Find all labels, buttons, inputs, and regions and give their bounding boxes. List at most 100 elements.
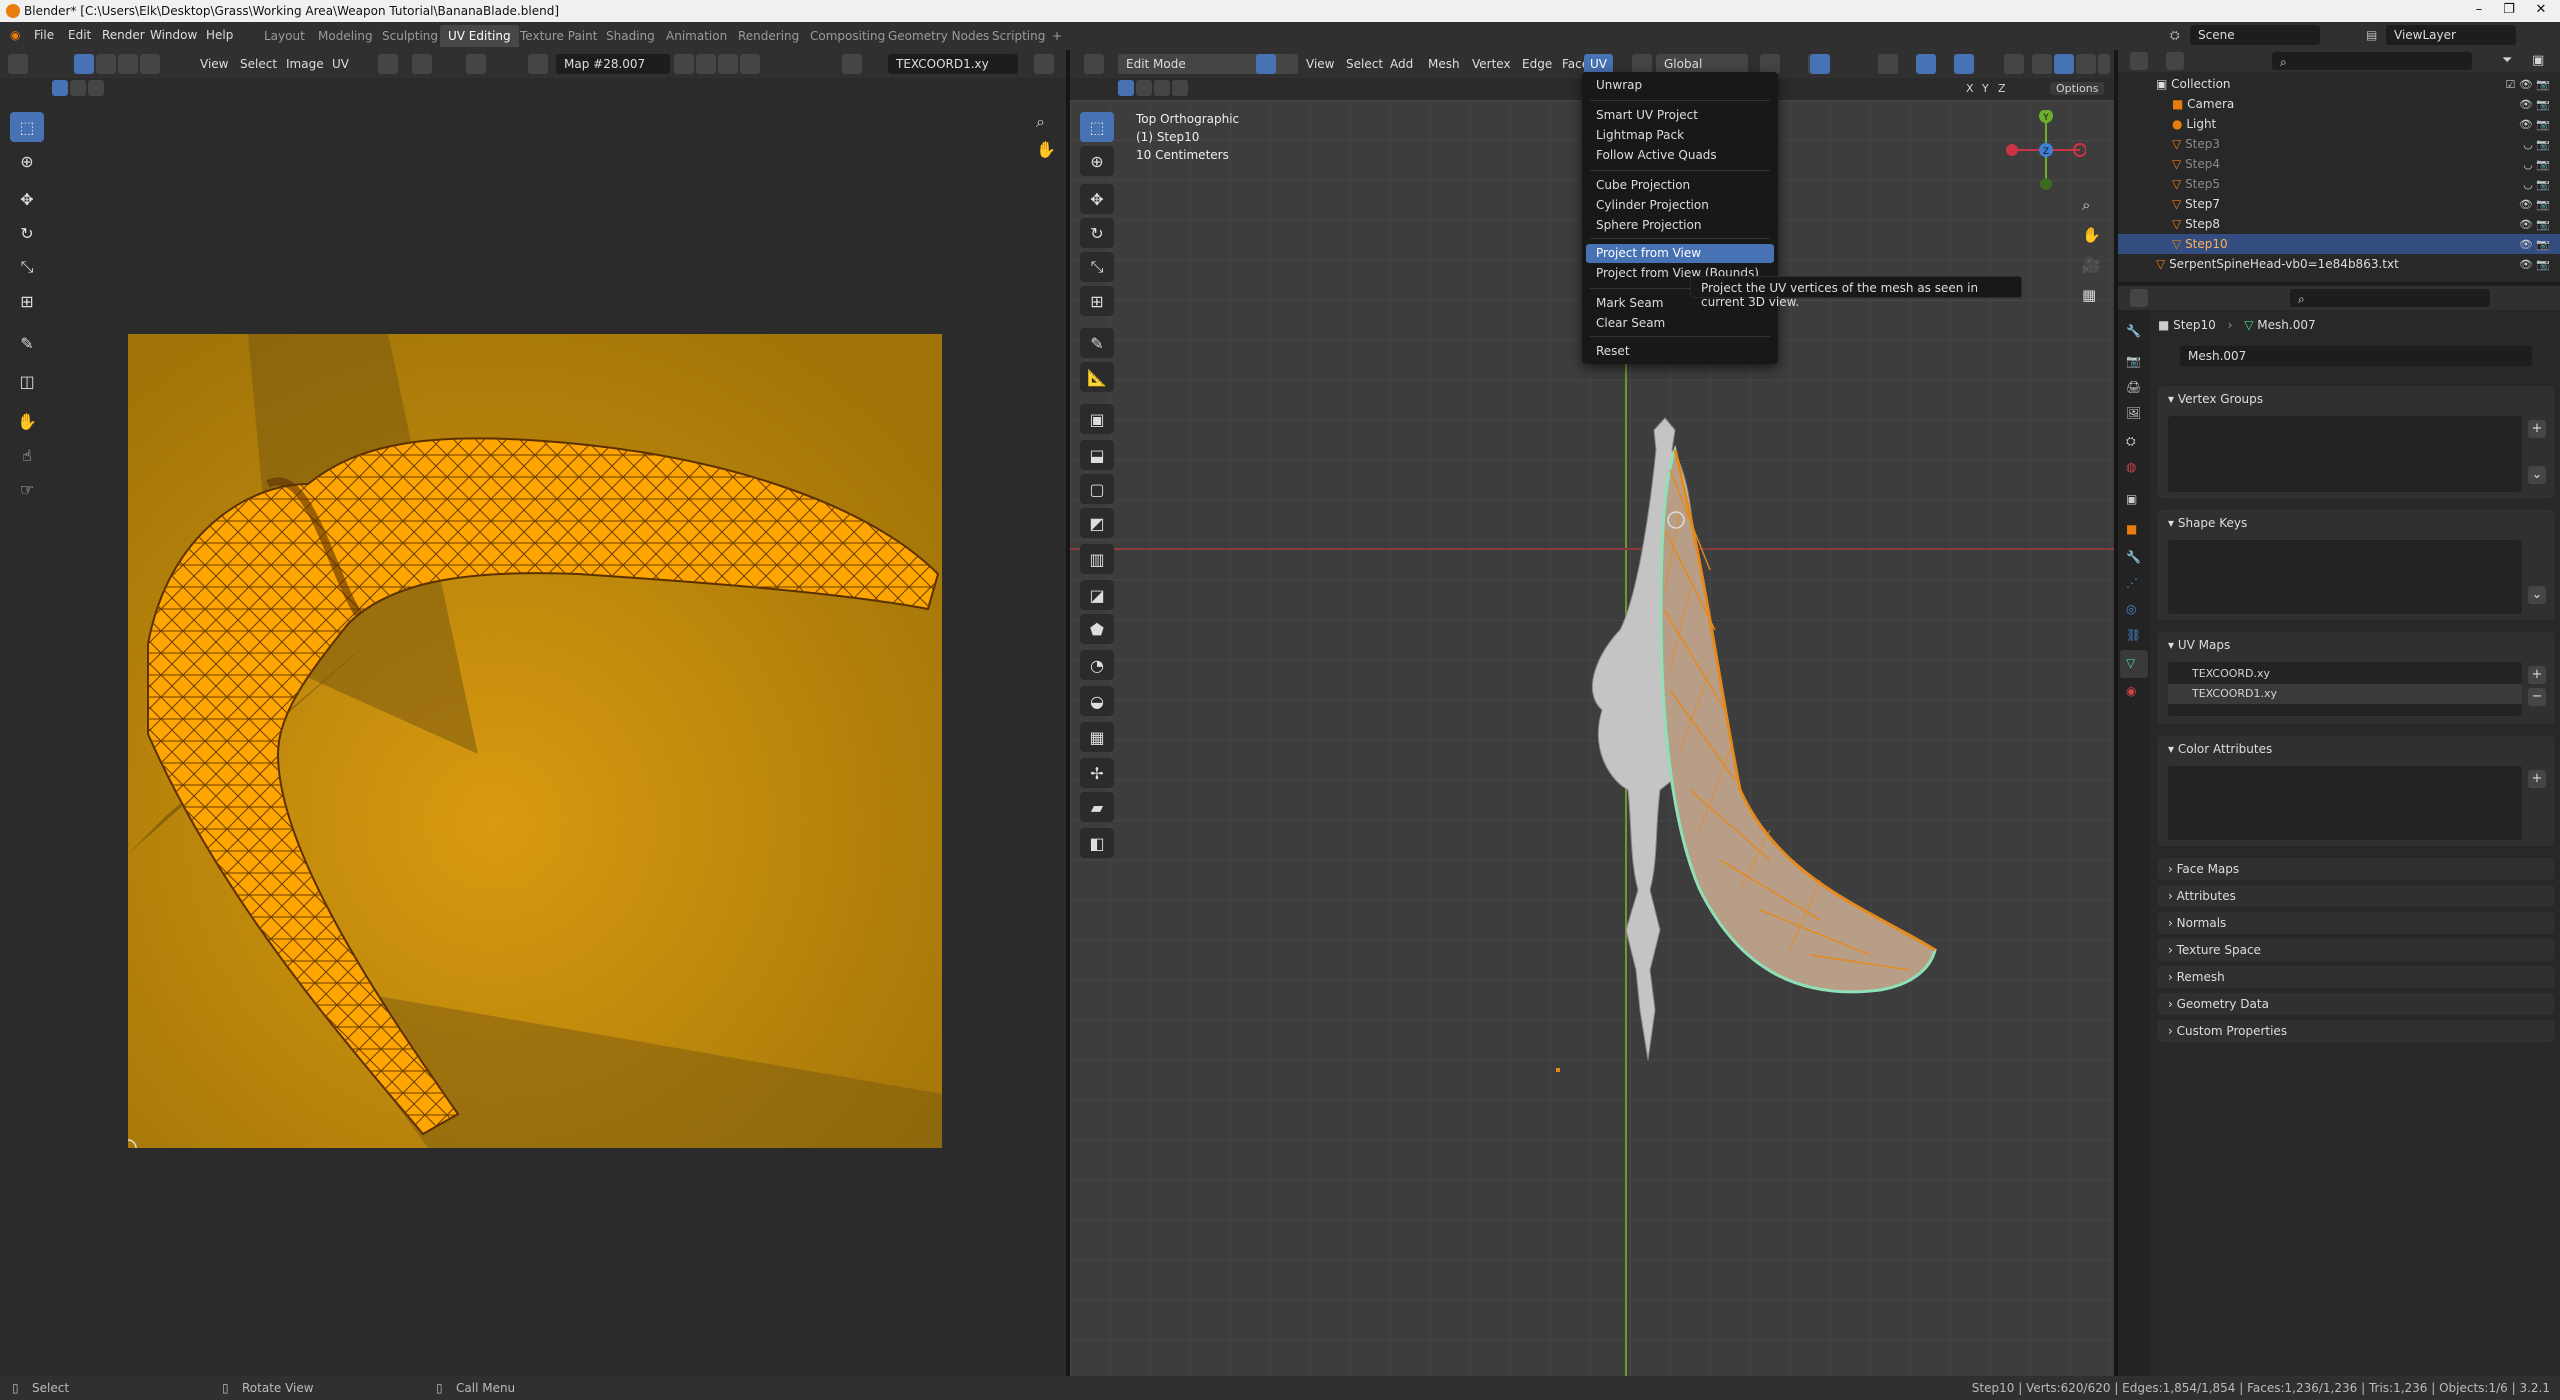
- menu-item-sphere-projection[interactable]: Sphere Projection: [1586, 216, 1774, 235]
- editor-type-icon[interactable]: [8, 54, 28, 74]
- viewport-tool-poly-build[interactable]: ⬟: [1080, 614, 1114, 644]
- visibility-eye-icon[interactable]: 👁 📷: [2519, 98, 2550, 111]
- tool-annotate[interactable]: ✎: [10, 328, 44, 358]
- viewport-tool-transform[interactable]: ⊞: [1080, 286, 1114, 316]
- viewport-tool-select[interactable]: ⬚: [1080, 112, 1114, 142]
- menu-item-reset[interactable]: Reset: [1586, 342, 1774, 361]
- view-layer-field[interactable]: ViewLayer: [2386, 25, 2516, 45]
- shape-keys-list[interactable]: [2168, 540, 2522, 614]
- new-collection-icon[interactable]: ▣: [2532, 53, 2544, 68]
- viewport-menu-vertex[interactable]: Vertex: [1466, 54, 1517, 74]
- menu-item-cube-projection[interactable]: Cube Projection: [1586, 176, 1774, 195]
- menu-edit[interactable]: Edit: [68, 28, 91, 42]
- particles-tab-icon[interactable]: ⋰: [2126, 576, 2138, 590]
- tab-rendering[interactable]: Rendering: [730, 25, 807, 47]
- overlay-icon[interactable]: [842, 54, 862, 74]
- viewport-menu-add[interactable]: Add: [1384, 54, 1419, 74]
- view-layer-tab-icon[interactable]: 🖼: [2126, 406, 2141, 420]
- shading-rendered-icon[interactable]: [2098, 54, 2110, 74]
- outliner-row-step4[interactable]: ▽ Step4 ◡ 📷: [2118, 154, 2560, 174]
- visibility-eye-icon[interactable]: 👁 📷: [2519, 118, 2550, 131]
- transform-orientation-icon[interactable]: [1632, 54, 1652, 74]
- mesh-data-tab-icon[interactable]: ▽: [2126, 656, 2135, 670]
- menu-file[interactable]: File: [34, 28, 54, 42]
- hidden-eye-icon[interactable]: ◡ 📷: [2523, 178, 2550, 191]
- normals-panel[interactable]: › Normals: [2158, 912, 2554, 934]
- xray-toggle-icon[interactable]: [2004, 54, 2024, 74]
- object-tab-icon[interactable]: ■: [2126, 522, 2137, 536]
- vertex-groups-header[interactable]: ▾ Vertex Groups: [2158, 386, 2554, 412]
- add-vertex-group-button[interactable]: +: [2528, 420, 2546, 438]
- viewport-menu-mesh[interactable]: Mesh: [1422, 54, 1466, 74]
- physics-tab-icon[interactable]: ◎: [2126, 602, 2136, 616]
- outliner-row-camera[interactable]: ■ Camera 👁 📷: [2118, 94, 2560, 114]
- properties-search-input[interactable]: ⌕: [2290, 289, 2490, 307]
- tab-shading[interactable]: Shading: [598, 25, 663, 47]
- shape-key-specials-button[interactable]: ⌄: [2528, 586, 2546, 604]
- proportional-edit-icon[interactable]: [466, 54, 486, 74]
- shape-keys-header[interactable]: ▾ Shape Keys: [2158, 510, 2554, 536]
- mesh-object[interactable]: [1540, 410, 1960, 1090]
- collection-tab-icon[interactable]: ▣: [2126, 492, 2137, 506]
- tool-grab[interactable]: ✋: [10, 406, 44, 436]
- menu-render[interactable]: Render: [102, 28, 145, 42]
- mirror-y-toggle[interactable]: Y: [1982, 82, 1989, 95]
- viewport-tool-rip[interactable]: ◧: [1080, 828, 1114, 858]
- shading-material-icon[interactable]: [2076, 54, 2096, 74]
- outliner-row-step3[interactable]: ▽ Step3 ◡ 📷: [2118, 134, 2560, 154]
- tool-move[interactable]: ✥: [10, 184, 44, 214]
- viewport-tool-spin[interactable]: ◔: [1080, 650, 1114, 680]
- viewport-tool-cursor[interactable]: ⊕: [1080, 146, 1114, 176]
- viewport-select-extend-icon[interactable]: [1136, 80, 1152, 96]
- uv-map-item-active[interactable]: TEXCOORD1.xy: [2168, 684, 2522, 704]
- ortho-toggle-icon[interactable]: ▦: [2082, 286, 2096, 304]
- visibility-eye-icon[interactable]: ☑ 👁 📷: [2505, 78, 2550, 91]
- pivot-icon[interactable]: [378, 54, 398, 74]
- select-mode-extend-icon[interactable]: [70, 80, 86, 96]
- mesh-name-field[interactable]: Mesh.007: [2180, 346, 2532, 366]
- outliner-row-serpentspinehead[interactable]: ▽ SerpentSpineHead-vb0=1e84b863.txt 👁 📷: [2118, 254, 2560, 274]
- menu-window[interactable]: Window: [150, 28, 197, 42]
- color-attributes-header[interactable]: ▾ Color Attributes: [2158, 736, 2554, 762]
- image-browse-icon[interactable]: [528, 54, 548, 74]
- pan-hand-icon[interactable]: ✋: [1036, 140, 1056, 159]
- world-tab-icon[interactable]: ◍: [2126, 460, 2136, 474]
- pivot-point-icon[interactable]: [1760, 54, 1780, 74]
- fake-user-icon[interactable]: [674, 54, 694, 74]
- uv-menu-uv[interactable]: UV: [326, 54, 355, 74]
- viewport-menu-uv[interactable]: UV: [1584, 54, 1613, 74]
- attributes-panel[interactable]: › Attributes: [2158, 885, 2554, 907]
- remove-uv-map-button[interactable]: −: [2528, 688, 2546, 706]
- uv-maps-header[interactable]: ▾ UV Maps: [2158, 632, 2554, 658]
- edge-mode-icon[interactable]: [1256, 54, 1276, 74]
- viewport-pan-icon[interactable]: ✋: [2082, 226, 2101, 244]
- tab-texture-paint[interactable]: Texture Paint: [512, 25, 605, 47]
- menu-item-unwrap[interactable]: Unwrap: [1586, 76, 1774, 95]
- visibility-eye-icon[interactable]: 👁 📷: [2519, 258, 2550, 271]
- tab-geometry-nodes[interactable]: Geometry Nodes: [880, 25, 997, 47]
- shading-solid-icon[interactable]: [2054, 54, 2074, 74]
- viewport-tool-inset[interactable]: ▢: [1080, 474, 1114, 504]
- face-select-icon[interactable]: [140, 54, 160, 74]
- custom-properties-panel[interactable]: › Custom Properties: [2158, 1020, 2554, 1042]
- viewport-tool-extrude[interactable]: ⬓: [1080, 440, 1114, 470]
- uv-menu-view[interactable]: View: [194, 54, 234, 74]
- maximize-icon[interactable]: ❐: [2500, 2, 2518, 20]
- remesh-panel[interactable]: › Remesh: [2158, 966, 2554, 988]
- outliner-row-light[interactable]: ● Light 👁 📷: [2118, 114, 2560, 134]
- mirror-z-toggle[interactable]: Z: [1998, 82, 2006, 95]
- vertex-select-icon[interactable]: [96, 54, 116, 74]
- blender-menu-icon[interactable]: ◉: [10, 28, 20, 42]
- viewport-tool-rotate[interactable]: ↻: [1080, 218, 1114, 248]
- navigation-gizmo[interactable]: Y Z: [2006, 110, 2086, 190]
- tool-rip[interactable]: ◫: [10, 366, 44, 396]
- outliner-row-step5[interactable]: ▽ Step5 ◡ 📷: [2118, 174, 2560, 194]
- outliner-row-step10[interactable]: ▽ Step10 👁 📷: [2118, 234, 2560, 254]
- menu-help[interactable]: Help: [206, 28, 233, 42]
- tool-scale[interactable]: ⤡: [10, 252, 44, 282]
- viewport-zoom-icon[interactable]: ⌕: [2082, 196, 2090, 214]
- minimize-icon[interactable]: –: [2470, 2, 2488, 20]
- uv-editor-viewport[interactable]: ⬚ ⊕ ✥ ↻ ⤡ ⊞ ✎ ◫ ✋ ☝ ☞ ⌕ ✋: [0, 100, 1066, 1376]
- menu-item-clear-seam[interactable]: Clear Seam: [1586, 314, 1774, 333]
- uv-menu-select[interactable]: Select: [234, 54, 283, 74]
